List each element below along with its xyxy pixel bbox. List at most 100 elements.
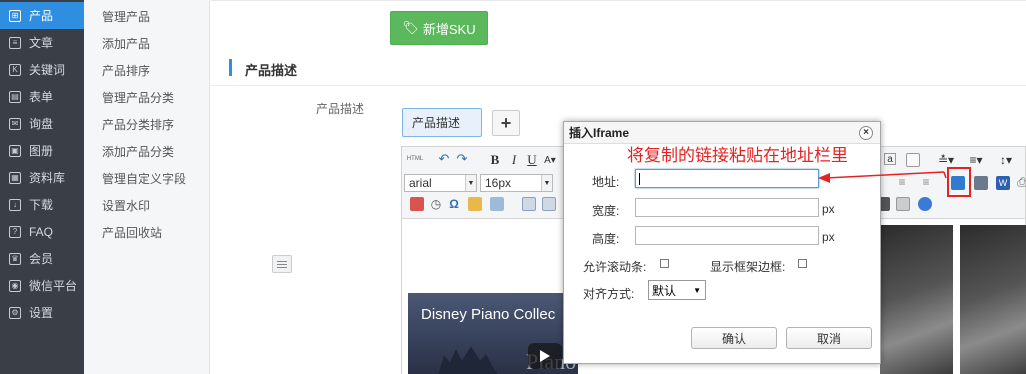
- sidebar-item-10[interactable]: ◉ 微信平台: [0, 272, 84, 299]
- clear-icon[interactable]: [896, 197, 910, 211]
- align-label: 对齐方式:: [583, 287, 635, 301]
- subnav-item[interactable]: 产品回收站: [102, 224, 162, 241]
- subnav-item[interactable]: 添加产品: [102, 35, 150, 52]
- underline-button[interactable]: U: [524, 152, 540, 168]
- sidebar-item-7[interactable]: ↓ 下载: [0, 191, 84, 218]
- html-source-button[interactable]: HTML: [405, 151, 425, 167]
- sidebar-item-0[interactable]: ⊞ 产品: [0, 2, 84, 29]
- subnav-item[interactable]: 产品排序: [102, 62, 150, 79]
- word-icon[interactable]: W: [996, 176, 1010, 190]
- add-tab-button[interactable]: +: [492, 110, 520, 136]
- sidebar-item-8[interactable]: ? FAQ: [0, 218, 84, 245]
- font-color-icon[interactable]: A▾: [542, 152, 558, 168]
- height-label: 高度:: [592, 232, 620, 246]
- sidebar-item-label: 设置: [29, 306, 54, 320]
- sidebar-item-5[interactable]: ▣ 图册: [0, 137, 84, 164]
- sidebar-item-label: 微信平台: [29, 279, 78, 293]
- font-size-select[interactable]: 16px ▼: [480, 174, 553, 192]
- form-icon: ▤: [9, 90, 21, 103]
- redo-icon[interactable]: ↷: [454, 151, 470, 167]
- inquiry-icon: ✉: [9, 117, 21, 130]
- gear-icon: ⚙: [9, 306, 21, 319]
- address-label: 地址:: [592, 175, 620, 189]
- time-icon[interactable]: ◷: [428, 196, 444, 212]
- annotation-text: 将复制的链接粘贴在地址栏里: [627, 146, 848, 165]
- subnav-item[interactable]: 设置水印: [102, 197, 150, 214]
- font-size-value: 16px: [485, 176, 512, 190]
- bold-button[interactable]: B: [487, 152, 503, 168]
- sidebar-item-label: FAQ: [29, 224, 54, 239]
- text-caret: [639, 173, 640, 185]
- sidebar-item-label: 表单: [29, 90, 54, 104]
- width-unit: px: [822, 202, 835, 216]
- document-icon: ≡: [9, 36, 21, 49]
- chevron-down-icon: ▼: [693, 286, 701, 295]
- sidebar-item-11[interactable]: ⚙ 设置: [0, 299, 84, 326]
- annotation-arrow: [818, 171, 947, 183]
- subnav-item[interactable]: 管理产品: [102, 8, 150, 25]
- subnav-item[interactable]: 管理自定义字段: [102, 170, 186, 187]
- subnav-item[interactable]: 管理产品分类: [102, 89, 174, 106]
- sidebar-item-label: 文章: [29, 36, 54, 50]
- add-sku-label: 新增SKU: [422, 21, 476, 37]
- table-icon[interactable]: [522, 197, 536, 211]
- height-unit: px: [822, 230, 835, 244]
- image-icon[interactable]: [490, 197, 504, 211]
- sidebar-item-label: 下载: [29, 198, 54, 212]
- content-image: [880, 225, 953, 374]
- add-sku-button[interactable]: 🏷 新增SKU: [390, 11, 488, 45]
- width-label: 宽度:: [592, 204, 620, 218]
- height-input[interactable]: [635, 226, 819, 245]
- database-icon: ▦: [9, 171, 21, 184]
- align-select[interactable]: 默认 ▼: [648, 280, 706, 300]
- divider: [211, 85, 1026, 86]
- play-icon[interactable]: [528, 343, 562, 369]
- sub-sidebar: 管理产品添加产品产品排序管理产品分类 产品分类排序 添加产品分类 管理自定义字段 设置水…: [84, 0, 292, 374]
- date-icon[interactable]: [410, 197, 424, 211]
- divider: [211, 0, 1026, 1]
- table-row-icon[interactable]: [542, 197, 556, 211]
- undo-icon[interactable]: ↶: [436, 151, 452, 167]
- subnav-item[interactable]: 产品分类排序: [102, 116, 174, 133]
- section-accent-bar: [229, 59, 232, 76]
- sidebar-item-label: 关键词: [29, 63, 66, 77]
- tab-product-description[interactable]: 产品描述: [402, 108, 482, 137]
- page: ⊞ 产品 ≡ 文章 K 关键词 ▤ 表单 ✉ 询盘 ▣ 图册 ▦ 资料库 ↓ 下载? FAQ ♛ 会员 ◉ 微信平台 ⚙ 设…: [0, 0, 1026, 374]
- question-icon: ?: [9, 225, 21, 238]
- chevron-down-icon: ▼: [541, 175, 552, 191]
- close-icon[interactable]: ×: [859, 126, 873, 140]
- field-label: 产品描述: [316, 102, 365, 116]
- sidebar-item-label: 会员: [29, 252, 54, 266]
- sidebar-item-1[interactable]: ≡ 文章: [0, 29, 84, 56]
- sidebar-item-3[interactable]: ▤ 表单: [0, 83, 84, 110]
- scroll-label: 允许滚动条:: [583, 260, 647, 274]
- sidebar-item-9[interactable]: ♛ 会员: [0, 245, 84, 272]
- italic-button[interactable]: I: [506, 152, 522, 168]
- main-sidebar: ⊞ 产品 ≡ 文章 K 关键词 ▤ 表单 ✉ 询盘 ▣ 图册 ▦ 资料库 ↓ 下载? FAQ ♛ 会员 ◉ 微信平台 ⚙ 设…: [0, 0, 84, 374]
- sidebar-item-label: 询盘: [29, 117, 54, 131]
- emotion-icon[interactable]: [468, 197, 482, 211]
- sidebar-item-2[interactable]: K 关键词: [0, 56, 84, 83]
- line-height-icon[interactable]: ↕▾: [998, 152, 1014, 168]
- border-checkbox[interactable]: [798, 259, 807, 268]
- font-family-value: arial: [409, 176, 432, 190]
- confirm-button[interactable]: 确认: [691, 327, 777, 349]
- help-icon[interactable]: [918, 197, 932, 211]
- tag-icon: 🏷: [402, 20, 419, 35]
- font-family-select[interactable]: arial ▼: [404, 174, 477, 192]
- subnav-item[interactable]: 添加产品分类: [102, 143, 174, 160]
- sidebar-item-6[interactable]: ▦ 资料库: [0, 164, 84, 191]
- sidebar-item-label: 产品: [29, 9, 54, 23]
- sidebar-item-4[interactable]: ✉ 询盘: [0, 110, 84, 137]
- sidebar-item-label: 资料库: [29, 171, 66, 185]
- width-input[interactable]: [635, 198, 819, 217]
- address-input[interactable]: [635, 169, 819, 188]
- scroll-checkbox[interactable]: [660, 259, 669, 268]
- special-char-icon[interactable]: Ω: [446, 196, 462, 212]
- crown-icon: ♛: [9, 252, 21, 265]
- indent-icon[interactable]: ≡▾: [968, 152, 984, 168]
- embedded-video[interactable]: Disney Piano Collec Piano: [408, 293, 578, 374]
- save-icon[interactable]: [974, 176, 988, 190]
- cancel-button[interactable]: 取消: [786, 327, 872, 349]
- print-icon[interactable]: ⎙: [1014, 174, 1026, 190]
